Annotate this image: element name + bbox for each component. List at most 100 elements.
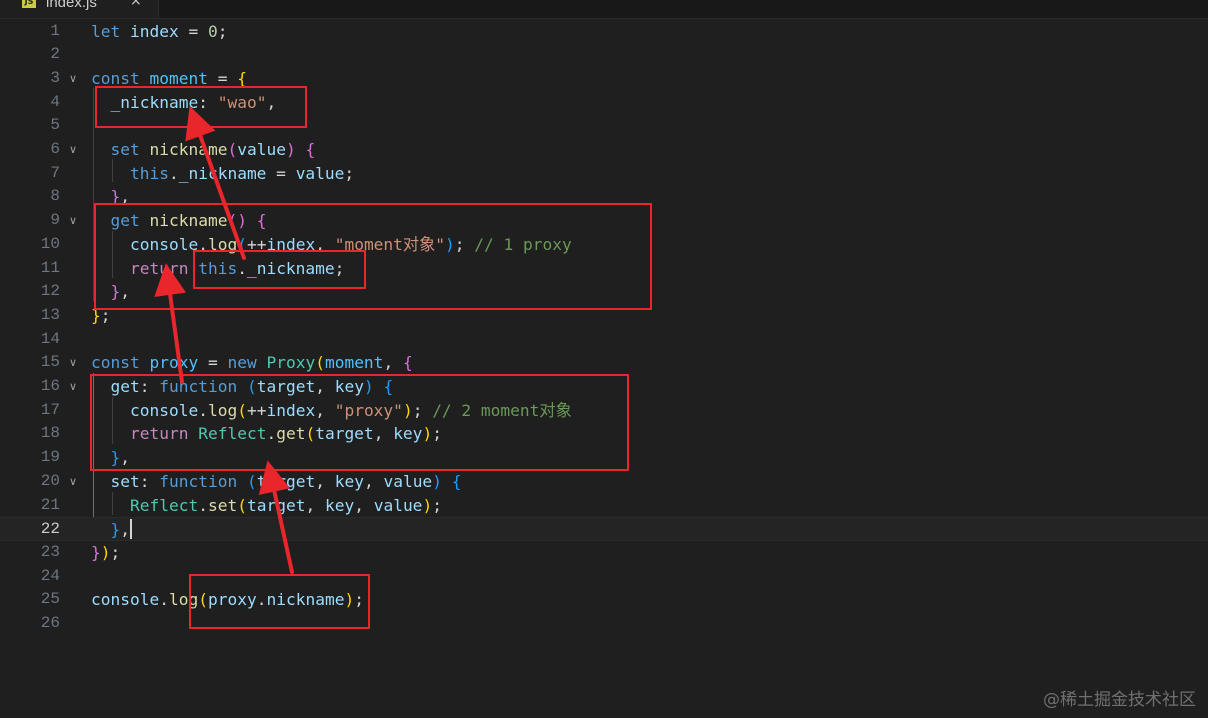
fold-chevron-icon[interactable]: ∨ [69,375,77,399]
code-text: console.log(++index, "proxy"); // 2 mome… [91,399,572,423]
code-text: set: function (target, key, value) { [91,470,462,494]
code-token: ; [344,163,355,183]
line-number: 17 [40,400,60,419]
code-token: : [198,92,218,112]
code-line[interactable]: 9 ∨ get nickname() { [0,209,1208,233]
code-editor[interactable]: 1 let index = 0; 2 3 ∨ const moment = {4 _nic… [0,18,1208,718]
code-token: index [266,400,316,420]
code-token: ( [237,400,247,420]
code-token: , [266,92,277,112]
code-token: . [159,590,169,610]
code-token: Proxy [266,353,316,373]
code-token: set [110,471,140,491]
code-token: set [110,140,140,159]
code-token: ( [237,495,247,515]
code-line[interactable]: 15 ∨ const proxy = new Proxy(moment, { [0,351,1208,375]
code-token: } [110,187,121,207]
code-token: index [130,21,179,41]
code-token: , [383,353,403,373]
code-token: log [207,400,238,420]
code-line[interactable]: 19 }, [0,446,1208,470]
line-number: 24 [40,566,60,585]
code-token: "wao" [217,92,267,112]
code-line[interactable]: 5 [0,114,1208,138]
code-line[interactable]: 18 return Reflect.get(target, key); [0,422,1208,446]
code-token: console [91,590,160,610]
code-line[interactable]: 13}; [0,304,1208,328]
code-line[interactable]: 14 [0,328,1208,352]
code-token: ) [432,471,442,491]
fold-chevron-icon[interactable]: ∨ [69,470,77,494]
fold-chevron-icon[interactable]: ∨ [69,351,77,375]
line-number: 18 [40,424,60,443]
code-token: console [129,400,199,420]
line-number: 5 [50,116,60,135]
code-line[interactable]: 23}); [0,541,1208,565]
code-line[interactable]: 2 [0,43,1208,67]
code-line[interactable]: 10 console.log(++index, "moment对象"); // … [0,233,1208,257]
code-line[interactable]: 1 let index = 0; [0,20,1208,44]
code-token: ) [100,542,111,562]
code-line[interactable]: 4 _nickname: "wao", [0,91,1208,115]
tab-index-js[interactable]: JS index.js × [0,0,159,18]
code-token: . [168,163,179,183]
code-token: . [256,590,267,610]
code-token: . [198,234,208,254]
code-token: , [315,471,335,491]
code-token: () [227,211,247,231]
line-number: 20 [40,471,60,490]
code-token: ) [422,495,433,515]
code-line[interactable]: 12 }, [0,280,1208,304]
code-line[interactable]: 11 return this._nickname; [0,257,1208,281]
code-token: ( [305,424,316,444]
code-line[interactable]: 21 Reflect.set(target, key, value); [0,494,1208,518]
fold-chevron-icon[interactable]: ∨ [69,209,77,233]
code-token: } [110,282,121,302]
code-line[interactable]: 17 console.log(++index, "proxy"); // 2 m… [0,399,1208,423]
code-token: value [237,140,286,159]
code-token: nickname [266,590,345,610]
code-token: log [207,234,238,254]
code-token: = [178,21,208,41]
code-token: ) [445,234,455,254]
fold-chevron-icon[interactable]: ∨ [69,138,77,162]
code-line[interactable]: 20 ∨ set: function (target, key, value) { [0,470,1208,494]
code-token: ; [412,400,433,420]
code-token: Reflect [198,424,267,444]
code-text: let index = 0; [91,20,227,44]
code-line[interactable]: 16 ∨ get: function (target, key) { [0,375,1208,399]
code-token: , [120,448,130,468]
line-number: 9 [50,211,60,230]
code-token: ; [454,234,475,254]
line-number: 22 [40,520,60,539]
code-token: set [207,495,238,515]
code-line[interactable]: 6 ∨ set nickname(value) { [0,138,1208,162]
code-line[interactable]: 8 }, [0,185,1208,209]
code-line[interactable]: 22 }, [0,517,1208,541]
line-number: 6 [50,140,60,158]
line-number: 2 [50,45,60,64]
code-text: const proxy = new Proxy(moment, { [91,351,413,375]
code-text: return this._nickname; [91,257,344,281]
code-line[interactable]: 26 [0,612,1208,636]
close-icon[interactable]: × [130,0,142,9]
code-line[interactable]: 24 [0,565,1208,589]
code-token: Reflect [129,495,199,515]
code-token: ++ [246,234,267,254]
code-token: { [402,353,413,373]
code-token: , [373,424,394,444]
code-line[interactable]: 3 ∨ const moment = { [0,67,1208,91]
code-line[interactable]: 7 this._nickname = value; [0,162,1208,186]
code-token: . [237,258,247,278]
code-token: new [227,353,257,373]
code-line[interactable]: 25 console.log(proxy.nickname); [0,588,1208,612]
fold-chevron-icon[interactable]: ∨ [69,67,77,91]
